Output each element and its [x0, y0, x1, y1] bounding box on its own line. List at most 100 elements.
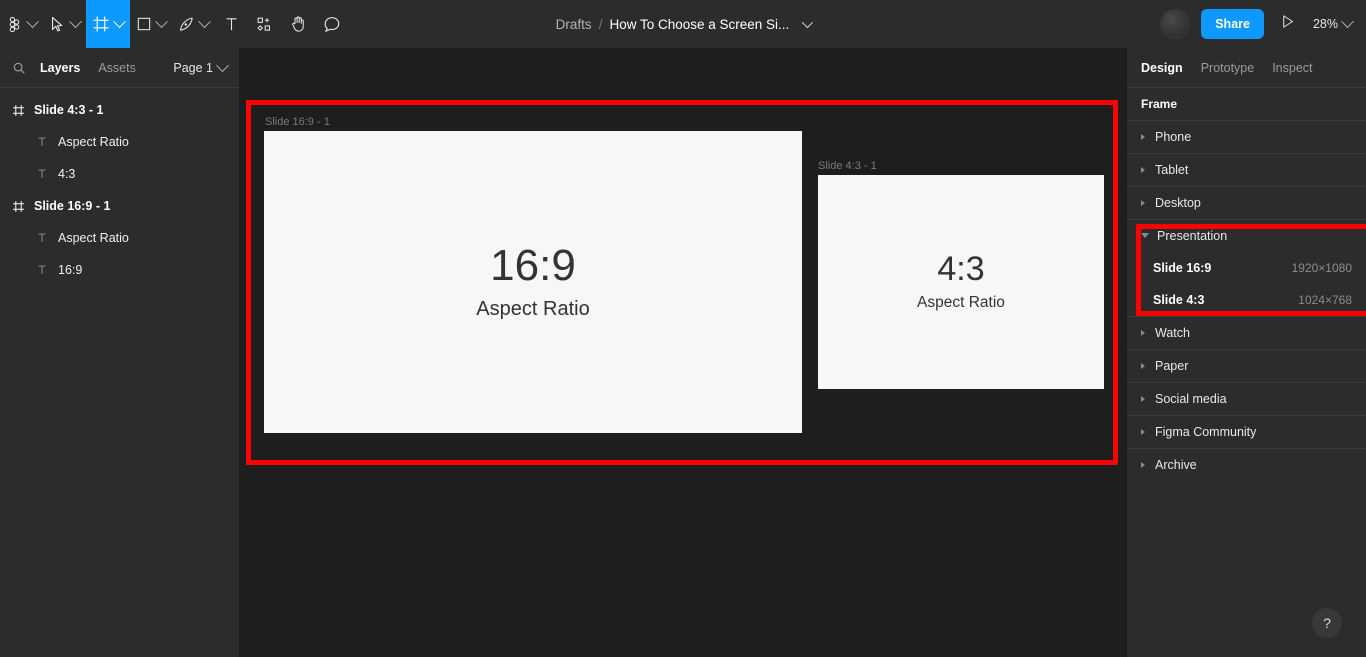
frame-tool-icon — [92, 15, 110, 33]
frame-preset-label: Tablet — [1155, 163, 1188, 177]
artboard-subtitle-text: Aspect Ratio — [917, 294, 1005, 312]
frame-preset-watch[interactable]: Watch — [1127, 316, 1366, 349]
tab-inspect[interactable]: Inspect — [1272, 61, 1312, 75]
frame-icon — [12, 104, 34, 117]
frame-preset-label: Paper — [1155, 359, 1188, 373]
text-layer-icon — [36, 136, 58, 148]
frame-section-title: Frame — [1127, 88, 1366, 120]
layer-row-text-169[interactable]: 16:9 — [0, 254, 239, 286]
chevron-right-icon — [1141, 330, 1145, 336]
tab-assets[interactable]: Assets — [98, 61, 136, 75]
comment-tool-button[interactable] — [315, 0, 349, 48]
frame-preset-phone[interactable]: Phone — [1127, 120, 1366, 153]
layer-row-text-aspect-ratio-43[interactable]: Aspect Ratio — [0, 126, 239, 158]
tab-layers[interactable]: Layers — [40, 61, 80, 75]
left-sidebar: Layers Assets Page 1 Slide 4:3 - 1 — [0, 48, 240, 657]
layer-list: Slide 4:3 - 1 Aspect Ratio 4:3 — [0, 88, 239, 286]
present-button[interactable] — [1280, 14, 1295, 34]
frame-label-slide-43[interactable]: Slide 4:3 - 1 — [818, 160, 877, 172]
chevron-right-icon — [1141, 429, 1145, 435]
frame-preset-figma-community[interactable]: Figma Community — [1127, 415, 1366, 448]
text-tool-button[interactable] — [215, 0, 248, 48]
artboard-subtitle-text: Aspect Ratio — [476, 298, 589, 321]
chevron-right-icon — [1141, 200, 1145, 206]
breadcrumb-separator: / — [599, 17, 603, 32]
preset-name: Slide 4:3 — [1153, 293, 1204, 307]
pen-tool-icon — [178, 16, 195, 33]
share-button[interactable]: Share — [1201, 9, 1264, 39]
preset-name: Slide 16:9 — [1153, 261, 1211, 275]
frame-preset-archive[interactable]: Archive — [1127, 448, 1366, 481]
layer-row-text-43[interactable]: 4:3 — [0, 158, 239, 190]
tab-prototype[interactable]: Prototype — [1201, 61, 1255, 75]
frame-preset-label: Archive — [1155, 458, 1197, 472]
resources-icon — [256, 16, 273, 33]
chevron-down-icon — [216, 59, 229, 72]
text-layer-icon — [36, 264, 58, 276]
help-button[interactable]: ? — [1312, 608, 1342, 638]
resources-button[interactable] — [248, 0, 281, 48]
breadcrumb-drafts[interactable]: Drafts — [556, 17, 592, 32]
chevron-down-icon — [155, 15, 168, 28]
toolbar-tool-group — [0, 0, 349, 48]
text-tool-icon — [223, 16, 240, 33]
figma-menu-button[interactable] — [0, 0, 43, 48]
layer-row-frame-slide-43[interactable]: Slide 4:3 - 1 — [0, 94, 239, 126]
pen-tool-button[interactable] — [172, 0, 215, 48]
frame-preset-paper[interactable]: Paper — [1127, 349, 1366, 382]
move-tool-button[interactable] — [43, 0, 86, 48]
tab-design[interactable]: Design — [1141, 61, 1183, 75]
frame-preset-group-presentation: Presentation Slide 16:9 1920×1080 Slide … — [1127, 219, 1366, 316]
right-sidebar: Design Prototype Inspect Frame Phone Tab… — [1126, 48, 1366, 657]
frame-preset-label: Figma Community — [1155, 425, 1256, 439]
artboard-content: 16:9 Aspect Ratio — [264, 131, 802, 433]
frame-label-slide-169[interactable]: Slide 16:9 - 1 — [265, 116, 330, 128]
artboard-slide-43[interactable]: 4:3 Aspect Ratio — [818, 175, 1104, 389]
frame-preset-presentation[interactable]: Presentation — [1127, 219, 1366, 252]
chevron-right-icon — [1141, 363, 1145, 369]
frame-preset-tablet[interactable]: Tablet — [1127, 153, 1366, 186]
layer-row-text-aspect-ratio-169[interactable]: Aspect Ratio — [0, 222, 239, 254]
layer-label: 16:9 — [58, 263, 82, 277]
layers-panel-header: Layers Assets Page 1 — [0, 48, 239, 88]
frame-preset-desktop[interactable]: Desktop — [1127, 186, 1366, 219]
chevron-down-icon — [113, 15, 126, 28]
page-selector[interactable]: Page 1 — [173, 48, 227, 88]
hand-tool-button[interactable] — [281, 0, 315, 48]
layer-label: Slide 4:3 - 1 — [34, 103, 103, 117]
canvas-area[interactable]: Slide 16:9 - 1 16:9 Aspect Ratio Slide 4… — [240, 48, 1126, 657]
frame-preset-slide-169[interactable]: Slide 16:9 1920×1080 — [1127, 252, 1366, 284]
chevron-right-icon — [1141, 396, 1145, 402]
figma-logo-icon — [6, 16, 23, 33]
layer-label: Aspect Ratio — [58, 135, 129, 149]
move-tool-icon — [49, 16, 66, 33]
chevron-down-icon[interactable] — [802, 17, 813, 28]
document-title[interactable]: How To Choose a Screen Si... — [609, 17, 789, 32]
search-icon[interactable] — [12, 61, 26, 75]
chevron-down-icon — [69, 15, 82, 28]
avatar[interactable] — [1161, 10, 1189, 38]
frame-tool-button[interactable] — [86, 0, 130, 48]
preset-dimensions: 1920×1080 — [1292, 261, 1352, 275]
chevron-down-icon — [1341, 15, 1354, 28]
artboard-slide-169[interactable]: 16:9 Aspect Ratio — [264, 131, 802, 433]
page-selector-label: Page 1 — [173, 61, 213, 75]
design-panel-tabs: Design Prototype Inspect — [1127, 48, 1366, 88]
frame-preset-slide-43[interactable]: Slide 4:3 1024×768 — [1127, 284, 1366, 316]
comment-icon — [323, 15, 341, 33]
layer-label: 4:3 — [58, 167, 75, 181]
preset-dimensions: 1024×768 — [1298, 293, 1352, 307]
layer-row-frame-slide-169[interactable]: Slide 16:9 - 1 — [0, 190, 239, 222]
frame-icon — [12, 200, 34, 213]
frame-preset-label: Desktop — [1155, 196, 1201, 210]
figma-app-window: Drafts / How To Choose a Screen Si... Sh… — [0, 0, 1366, 657]
zoom-level-selector[interactable]: 28% — [1313, 17, 1352, 31]
top-toolbar: Drafts / How To Choose a Screen Si... Sh… — [0, 0, 1366, 48]
chevron-down-icon — [198, 15, 211, 28]
frame-preset-label: Social media — [1155, 392, 1227, 406]
zoom-level-value: 28% — [1313, 17, 1338, 31]
shape-tool-button[interactable] — [130, 0, 172, 48]
frame-preset-label: Phone — [1155, 130, 1191, 144]
frame-preset-social-media[interactable]: Social media — [1127, 382, 1366, 415]
text-layer-icon — [36, 168, 58, 180]
